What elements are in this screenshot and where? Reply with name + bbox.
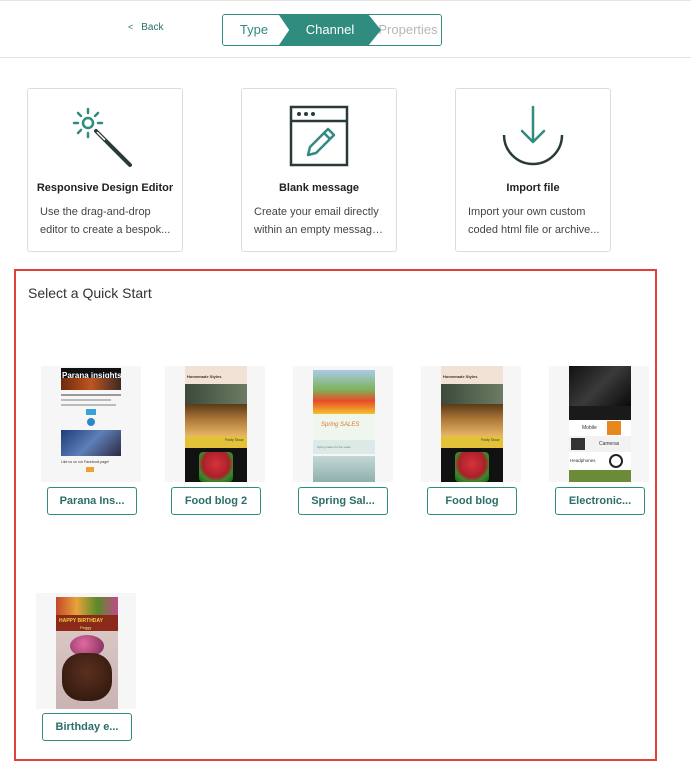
back-button[interactable]: < Back — [128, 22, 164, 33]
template-thumbnail-electronics[interactable]: Mobile Cameras Headphones — [549, 366, 649, 482]
step-properties[interactable]: Properties — [373, 15, 441, 45]
card-title: Import file — [506, 182, 560, 194]
blank-message-card[interactable]: Blank message Create your email directly… — [241, 88, 397, 252]
magic-wand-icon — [28, 103, 182, 169]
wizard-stepper: Type Properties Channel — [222, 14, 442, 46]
template-button-spring-sales[interactable]: Spring Sal... — [298, 487, 388, 515]
quick-start-title: Select a Quick Start — [28, 285, 152, 301]
card-description: Use the drag-and-drop editor to create a… — [40, 206, 171, 236]
template-button-food-blog-2[interactable]: Food blog 2 — [171, 487, 261, 515]
card-description: Import your own custom coded html file o… — [468, 206, 600, 236]
card-title: Blank message — [278, 182, 360, 194]
step-type[interactable]: Type — [223, 15, 285, 45]
back-label: Back — [141, 22, 164, 33]
quick-start-panel: Select a Quick Start Parana insights Lik… — [14, 269, 657, 761]
template-button-food-blog[interactable]: Food blog — [427, 487, 517, 515]
template-thumbnail-parana[interactable]: Parana insights Like us on our Facebook … — [41, 366, 141, 482]
download-icon — [456, 103, 610, 169]
template-button-birthday[interactable]: Birthday e... — [42, 713, 132, 741]
template-thumbnail-birthday[interactable]: HAPPY BIRTHDAY Peggy — [36, 593, 136, 709]
template-button-electronics[interactable]: Electronic... — [555, 487, 645, 515]
template-thumbnail-food-blog[interactable]: Homemade Styles Fruity Show — [421, 366, 521, 482]
responsive-design-editor-card[interactable]: Responsive Design Editor Use the drag-an… — [27, 88, 183, 252]
template-thumbnail-spring-sales[interactable]: Spring SALES Spring sales for the week — [293, 366, 393, 482]
chevron-left-icon: < — [128, 22, 134, 32]
top-bar: < Back Type Properties Channel — [0, 0, 691, 58]
card-description: Create your email directly within an emp… — [254, 206, 386, 236]
step-channel[interactable]: Channel — [279, 15, 381, 45]
template-button-parana[interactable]: Parana Ins... — [47, 487, 137, 515]
import-file-card[interactable]: Import file Import your own custom coded… — [455, 88, 611, 252]
card-title: Responsive Design Editor — [36, 182, 174, 194]
template-thumbnail-food-blog-2[interactable]: Homemade Styles Fruity Show — [165, 366, 265, 482]
browser-edit-icon — [242, 103, 396, 169]
